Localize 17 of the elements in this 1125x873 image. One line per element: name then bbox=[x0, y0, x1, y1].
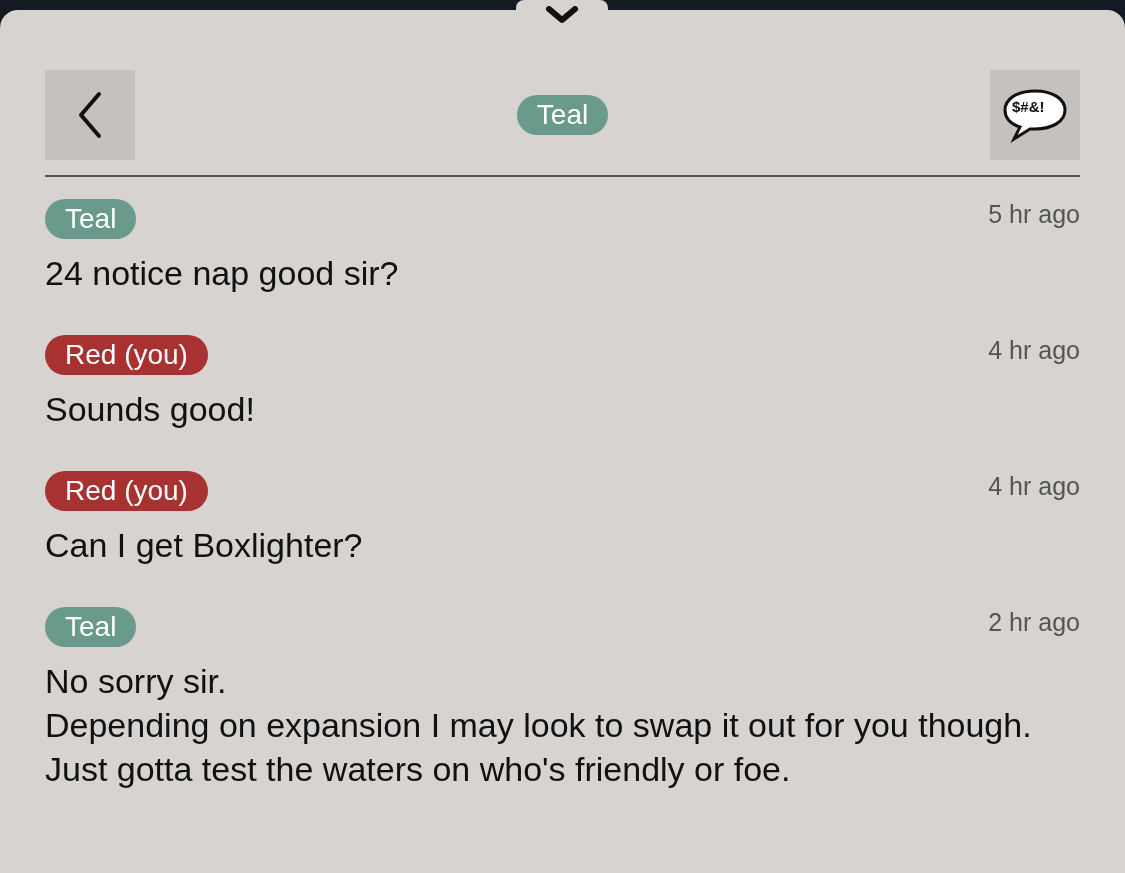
message-time: 2 hr ago bbox=[988, 607, 1080, 637]
sender-badge: Red (you) bbox=[45, 471, 208, 511]
message-text: No sorry sir. Depending on expansion I may look to swap it out for you though. Just gotta test the waters on who's friendly or foe. bbox=[45, 661, 1033, 790]
message-text: Sounds good! bbox=[45, 389, 256, 430]
message-time: 4 hr ago bbox=[988, 471, 1080, 501]
message-time: 5 hr ago bbox=[988, 199, 1080, 229]
message-text: 24 notice nap good sir? bbox=[45, 253, 400, 294]
chevron-down-icon bbox=[545, 6, 579, 24]
message-text: Can I get Boxlighter? bbox=[45, 525, 364, 566]
profanity-button[interactable]: $#&! bbox=[990, 70, 1080, 160]
sender-badge: Red (you) bbox=[45, 335, 208, 375]
sender-badge: Teal bbox=[45, 607, 137, 647]
back-button[interactable] bbox=[45, 70, 135, 160]
profanity-symbols: $#&! bbox=[1012, 97, 1045, 117]
sender-badge: Teal bbox=[45, 199, 137, 239]
message-time: 4 hr ago bbox=[988, 335, 1080, 365]
contact-badge: Teal bbox=[516, 95, 609, 135]
